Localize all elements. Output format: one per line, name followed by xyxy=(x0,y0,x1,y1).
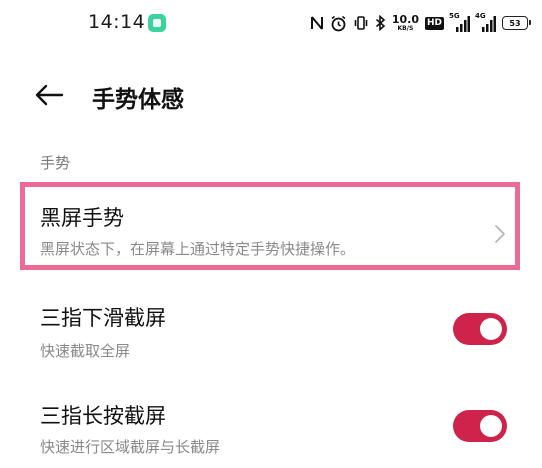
nfc-icon xyxy=(310,16,323,30)
app-notification-icon xyxy=(148,14,166,32)
toggle-switch[interactable] xyxy=(453,410,507,442)
network-speed-value: 10.0 xyxy=(391,13,419,26)
signal-4g: 4G xyxy=(475,12,496,32)
item-title: 三指下滑截屏 xyxy=(40,306,166,330)
signal-4g-label: 4G xyxy=(475,12,486,20)
item-subtitle: 快速截取全屏 xyxy=(40,342,131,360)
chevron-right-icon xyxy=(495,225,505,243)
battery-icon: 53 xyxy=(502,16,531,30)
item-title: 三指长按截屏 xyxy=(40,404,166,428)
section-label: 手势 xyxy=(40,154,71,172)
status-icons: 10.0 KB/S HD 5G 4G 53 xyxy=(310,10,531,36)
item-subtitle: 黑屏状态下，在屏幕上通过特定手势快捷操作。 xyxy=(40,240,356,258)
alarm-icon xyxy=(331,15,346,31)
battery-level: 53 xyxy=(509,18,521,28)
network-speed-unit: KB/S xyxy=(397,25,414,32)
signal-5g-label: 5G xyxy=(449,12,460,20)
page-title: 手势体感 xyxy=(92,87,184,113)
toggle-switch[interactable] xyxy=(453,313,507,345)
toggle-knob xyxy=(480,318,502,340)
vibrate-icon xyxy=(354,16,368,30)
item-subtitle: 快速进行区域截屏与长截屏 xyxy=(40,438,221,456)
status-bar: 14:14 10.0 KB/S HD 5G 4G 53 xyxy=(0,0,542,48)
bluetooth-icon xyxy=(375,15,386,31)
back-arrow-icon[interactable] xyxy=(34,82,64,108)
list-item-three-finger-press-screenshot[interactable]: 三指长按截屏 快速进行区域截屏与长截屏 xyxy=(0,394,542,464)
status-time: 14:14 xyxy=(88,11,146,33)
page-header: 手势体感 xyxy=(0,70,542,122)
network-speed: 10.0 KB/S xyxy=(392,14,419,32)
list-item-black-screen-gesture[interactable]: 黑屏手势 黑屏状态下，在屏幕上通过特定手势快捷操作。 xyxy=(0,188,542,264)
signal-5g: 5G xyxy=(449,12,470,32)
hd-badge: HD xyxy=(424,16,444,30)
toggle-knob xyxy=(480,415,502,437)
item-title: 黑屏手势 xyxy=(40,206,124,230)
list-item-three-finger-swipe-screenshot[interactable]: 三指下滑截屏 快速截取全屏 xyxy=(0,296,542,366)
